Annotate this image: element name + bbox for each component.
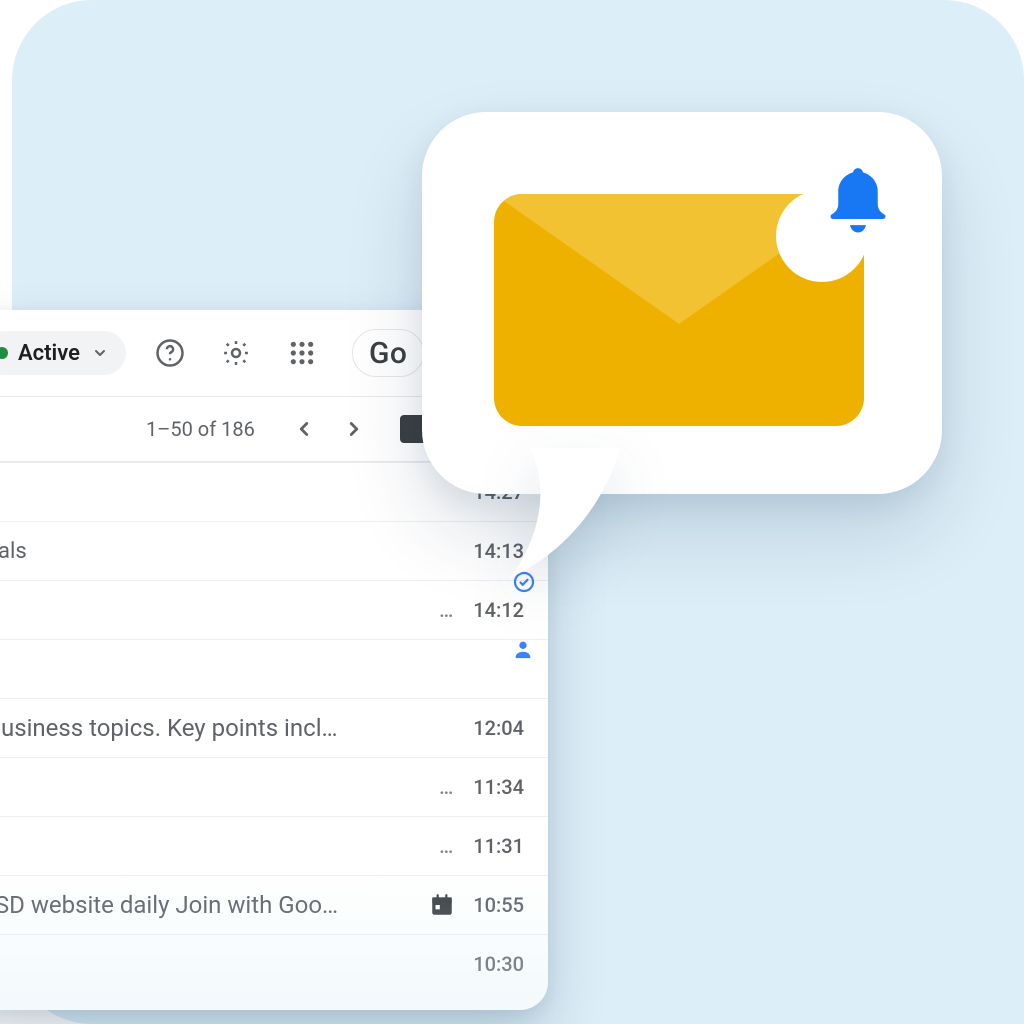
- bell-icon: [814, 158, 902, 246]
- row-meta: … 11:31: [414, 834, 524, 858]
- message-list: 14:27onials14:13…14:12d business topics.…: [0, 462, 548, 993]
- table-row[interactable]: onials 14:13: [0, 521, 548, 580]
- apps-grid-button[interactable]: [280, 331, 324, 375]
- message-time: 10:55: [473, 893, 524, 917]
- more-icon: …: [439, 834, 455, 858]
- more-icon: …: [439, 775, 455, 799]
- status-label: Active: [18, 341, 80, 366]
- calendar-icon: [429, 892, 455, 918]
- table-row[interactable]: tes10:30: [0, 934, 548, 993]
- prev-page-button[interactable]: [286, 411, 322, 447]
- table-row[interactable]: … 11:34: [0, 757, 548, 816]
- message-time: 11:31: [473, 834, 524, 858]
- table-row[interactable]: [0, 639, 548, 698]
- settings-button[interactable]: [214, 331, 258, 375]
- row-meta: 10:55: [414, 892, 524, 918]
- status-dot-icon: [0, 347, 8, 359]
- message-time: 11:34: [473, 775, 524, 799]
- message-time: 10:30: [473, 952, 524, 976]
- logo-text: Go: [369, 336, 407, 371]
- row-meta: … 11:34: [414, 775, 524, 799]
- help-button[interactable]: [148, 331, 192, 375]
- row-meta: 14:13: [414, 539, 524, 563]
- row-meta: 10:30: [414, 952, 524, 976]
- message-snippet: ) - SD website daily Join with Goo…: [0, 891, 338, 919]
- table-row[interactable]: ) - SD website daily Join with Goo… 10:55: [0, 875, 548, 934]
- gear-icon: [221, 338, 251, 368]
- chevron-left-icon: [293, 418, 315, 440]
- contacts-icon[interactable]: [512, 638, 536, 662]
- more-icon: …: [439, 598, 455, 622]
- page-count: 1–50 of 186: [146, 417, 255, 441]
- envelope-icon: [494, 194, 864, 426]
- chevron-down-icon: [92, 345, 108, 361]
- next-page-button[interactable]: [336, 411, 372, 447]
- table-row[interactable]: …14:12: [0, 580, 548, 639]
- message-snippet: d business topics. Key points incl…: [0, 714, 338, 742]
- help-icon: [155, 338, 185, 368]
- table-row[interactable]: d business topics. Key points incl… 12:04: [0, 698, 548, 757]
- table-row[interactable]: ov…11:31: [0, 816, 548, 875]
- status-chip[interactable]: Active: [0, 331, 126, 375]
- account-chip[interactable]: Go: [352, 329, 424, 377]
- row-meta: 12:04: [414, 716, 524, 740]
- message-time: 12:04: [473, 716, 524, 740]
- message-snippet: onials: [0, 539, 27, 564]
- row-meta: …14:12: [414, 598, 524, 622]
- chevron-right-icon: [343, 418, 365, 440]
- apps-grid-icon: [289, 340, 315, 366]
